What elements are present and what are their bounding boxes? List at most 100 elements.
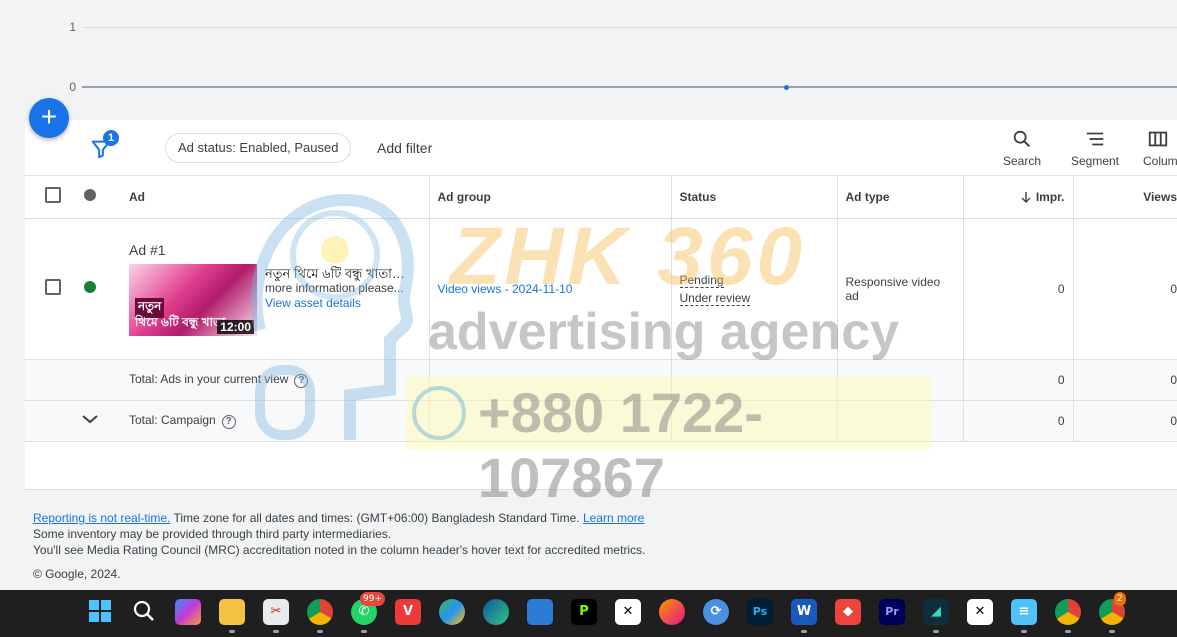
capcut-icon[interactable]: ✕ bbox=[615, 599, 641, 625]
grid-line bbox=[82, 27, 1177, 28]
segment-button[interactable]: Segment bbox=[1068, 128, 1122, 168]
status-under-review[interactable]: Under review bbox=[679, 291, 751, 306]
column-header-ad-type[interactable]: Ad type bbox=[837, 176, 964, 219]
filmora-icon[interactable]: ◢ bbox=[923, 599, 949, 625]
column-header-status[interactable]: Status bbox=[671, 176, 838, 219]
filter-count-badge: 1 bbox=[103, 130, 119, 146]
y-tick-label: 1 bbox=[69, 20, 76, 34]
ad-status-filter-chip[interactable]: Ad status: Enabled, Paused bbox=[165, 133, 352, 163]
total-view-views: 0 bbox=[1073, 359, 1177, 401]
timezone-text: Time zone for all dates and times: (GMT+… bbox=[170, 511, 583, 525]
total-view-impr: 0 bbox=[963, 359, 1074, 401]
ad-type-cell: Responsive video ad bbox=[837, 218, 964, 360]
total-view-row: Total: Ads in your current view? 0 0 bbox=[25, 359, 1177, 401]
ads-table-card: 1 Ad status: Enabled, Paused Add filter … bbox=[25, 120, 1177, 490]
select-all-checkbox[interactable] bbox=[45, 187, 61, 204]
column-header-impr[interactable]: Impr. bbox=[963, 176, 1074, 219]
inventory-note: Some inventory may be provided through t… bbox=[33, 527, 392, 541]
total-campaign-views: 0 bbox=[1073, 400, 1177, 442]
windows-taskbar: ✂ ✆ 99+ V P ✕ ⟳ Ps W ◆ Pr ◢ ✕ ≡ 2 bbox=[0, 590, 1177, 637]
segment-label: Segment bbox=[1070, 154, 1120, 168]
view-asset-details-link[interactable]: View asset details bbox=[265, 296, 361, 310]
video-duration: 12:00 bbox=[217, 319, 254, 334]
running-indicator bbox=[1065, 630, 1071, 633]
anydesk-icon[interactable]: ◆ bbox=[835, 599, 861, 625]
start-icon[interactable] bbox=[87, 599, 113, 625]
row-checkbox[interactable] bbox=[45, 279, 61, 295]
photos-icon[interactable] bbox=[439, 599, 465, 625]
data-point bbox=[784, 85, 789, 90]
total-campaign-row: Total: Campaign? 0 0 bbox=[25, 400, 1177, 442]
firefox-icon[interactable] bbox=[659, 599, 685, 625]
mrc-note: You'll see Media Rating Council (MRC) ac… bbox=[33, 543, 646, 557]
columns-button[interactable]: Columns bbox=[1143, 128, 1177, 168]
running-indicator bbox=[801, 630, 807, 633]
ad-description: more information please... bbox=[265, 280, 404, 295]
copyright: © Google, 2024. bbox=[33, 567, 121, 581]
add-button[interactable]: + bbox=[29, 98, 69, 138]
ad-group-link[interactable]: Video views - 2024-11-10 bbox=[438, 282, 573, 296]
running-indicator bbox=[1021, 630, 1027, 633]
search-icon bbox=[1013, 130, 1031, 148]
running-indicator bbox=[317, 630, 323, 633]
total-view-label: Total: Ads in your current view bbox=[129, 371, 289, 386]
status-pending[interactable]: Pending bbox=[679, 273, 724, 288]
page-footer: Reporting is not real-time. Time zone fo… bbox=[33, 510, 645, 582]
chrome-badge: 2 bbox=[1114, 592, 1126, 606]
running-indicator bbox=[273, 630, 279, 633]
search-icon[interactable] bbox=[131, 599, 157, 625]
sync-icon[interactable]: ⟳ bbox=[703, 599, 729, 625]
whatsapp-badge: 99+ bbox=[360, 592, 385, 606]
vivaldi-icon[interactable]: V bbox=[395, 599, 421, 625]
search-label: Search bbox=[1002, 154, 1042, 168]
status-dot-header-icon bbox=[84, 189, 96, 202]
edge-icon[interactable] bbox=[483, 599, 509, 625]
store-icon[interactable] bbox=[527, 599, 553, 625]
running-indicator bbox=[361, 630, 367, 633]
views-cell: 0 bbox=[1073, 218, 1177, 360]
chrome-profile-icon[interactable] bbox=[1055, 599, 1081, 625]
word-icon[interactable]: W bbox=[791, 599, 817, 625]
columns-label: Columns bbox=[1143, 154, 1177, 168]
impr-header-label: Impr. bbox=[1035, 189, 1065, 204]
search-button[interactable]: Search bbox=[1000, 128, 1044, 168]
table-header-row: Ad Ad group Status Ad type Impr. Views bbox=[25, 176, 1177, 219]
running-indicator bbox=[229, 630, 235, 633]
table-row: Ad #1 নতুন থিমে ৬টি বন্ধু খাতা 12:00 নতু… bbox=[25, 218, 1177, 360]
table-toolbar: 1 Ad status: Enabled, Paused Add filter … bbox=[25, 120, 1177, 176]
column-header-views[interactable]: Views bbox=[1073, 176, 1177, 219]
learn-more-link[interactable]: Learn more bbox=[583, 511, 644, 525]
photoshop-icon[interactable]: Ps bbox=[747, 599, 773, 625]
thumbnail-text: থিমে ৬টি বন্ধু খাতা bbox=[135, 314, 226, 329]
enabled-status-icon[interactable] bbox=[84, 281, 96, 293]
sort-down-icon bbox=[1021, 191, 1031, 203]
reporting-link[interactable]: Reporting is not real-time. bbox=[33, 511, 170, 525]
chrome-icon[interactable] bbox=[307, 599, 333, 625]
performance-chart: 1 0 bbox=[0, 0, 1177, 120]
file-explorer-icon[interactable] bbox=[219, 599, 245, 625]
notepad-icon[interactable]: ≡ bbox=[1011, 599, 1037, 625]
y-tick-label: 0 bbox=[69, 80, 76, 94]
column-header-ad[interactable]: Ad bbox=[103, 176, 430, 219]
add-filter-button[interactable]: Add filter bbox=[377, 140, 432, 156]
impr-cell: 0 bbox=[963, 218, 1074, 360]
ad-headline: নতুন থিমে ৬টি বন্ধু খাতার... bbox=[265, 265, 407, 281]
columns-icon bbox=[1148, 131, 1168, 147]
help-icon[interactable]: ? bbox=[294, 373, 309, 388]
pdf-icon[interactable]: P bbox=[571, 599, 597, 625]
total-campaign-label: Total: Campaign bbox=[129, 412, 216, 427]
running-indicator bbox=[933, 630, 939, 633]
premiere-icon[interactable]: Pr bbox=[879, 599, 905, 625]
chevron-down-icon[interactable] bbox=[81, 413, 99, 425]
snipping-icon[interactable]: ✂ bbox=[263, 599, 289, 625]
capcut-icon-2[interactable]: ✕ bbox=[967, 599, 993, 625]
video-thumbnail[interactable]: নতুন থিমে ৬টি বন্ধু খাতা 12:00 bbox=[129, 263, 257, 336]
ad-name: Ad #1 bbox=[129, 241, 166, 258]
help-icon[interactable]: ? bbox=[221, 414, 236, 429]
column-header-ad-group[interactable]: Ad group bbox=[429, 176, 672, 219]
total-campaign-impr: 0 bbox=[963, 400, 1074, 442]
x-axis-line bbox=[82, 86, 1177, 88]
copilot-icon[interactable] bbox=[175, 599, 201, 625]
segment-icon bbox=[1086, 132, 1104, 146]
running-indicator bbox=[1109, 630, 1115, 633]
